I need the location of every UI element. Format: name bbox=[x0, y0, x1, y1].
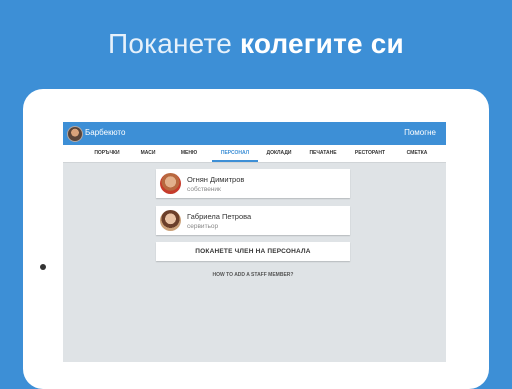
staff-avatar bbox=[160, 173, 181, 194]
tab-reports[interactable]: ДОКЛАДИ bbox=[261, 145, 297, 162]
tab-menu[interactable]: МЕНЮ bbox=[173, 145, 205, 162]
staff-name: Габриела Петрова bbox=[187, 212, 252, 221]
tab-staff[interactable]: ПЕРСОНАЛ bbox=[212, 145, 258, 162]
app-bar: Барбекюто Помогне bbox=[63, 122, 446, 145]
tab-orders[interactable]: ПОРЪЧКИ bbox=[85, 145, 129, 162]
tab-restaurant[interactable]: РЕСТОРАНТ bbox=[345, 145, 395, 162]
staff-name: Огнян Димитров bbox=[187, 175, 245, 184]
staff-card[interactable]: Габриела Петрова сервитьор bbox=[156, 206, 350, 235]
headline-bold: колегите си bbox=[239, 28, 404, 59]
invite-staff-button[interactable]: ПОКАНЕТЕ ЧЛЕН НА ПЕРСОНАЛА bbox=[156, 242, 350, 261]
how-to-add-staff-link[interactable]: HOW TO ADD A STAFF MEMBER? bbox=[156, 272, 350, 278]
tab-bar: ПОРЪЧКИ МАСИ МЕНЮ ПЕРСОНАЛ ДОКЛАДИ ПЕЧАТ… bbox=[63, 145, 446, 163]
tab-tables[interactable]: МАСИ bbox=[133, 145, 163, 162]
restaurant-avatar[interactable] bbox=[67, 126, 83, 142]
staff-role: сервитьор bbox=[187, 223, 219, 230]
app-title: Барбекюто bbox=[85, 128, 126, 137]
tab-account[interactable]: СМЕТКА bbox=[396, 145, 438, 162]
staff-avatar bbox=[160, 210, 181, 231]
help-link[interactable]: Помогне bbox=[404, 128, 436, 137]
headline-light: Поканете bbox=[108, 28, 232, 59]
staff-card[interactable]: Огнян Димитров собственик bbox=[156, 169, 350, 198]
promo-headline: Поканете колегите си bbox=[0, 28, 512, 60]
staff-role: собственик bbox=[187, 186, 221, 193]
tablet-camera bbox=[40, 264, 46, 270]
tab-printing[interactable]: ПЕЧАТАНЕ bbox=[302, 145, 344, 162]
